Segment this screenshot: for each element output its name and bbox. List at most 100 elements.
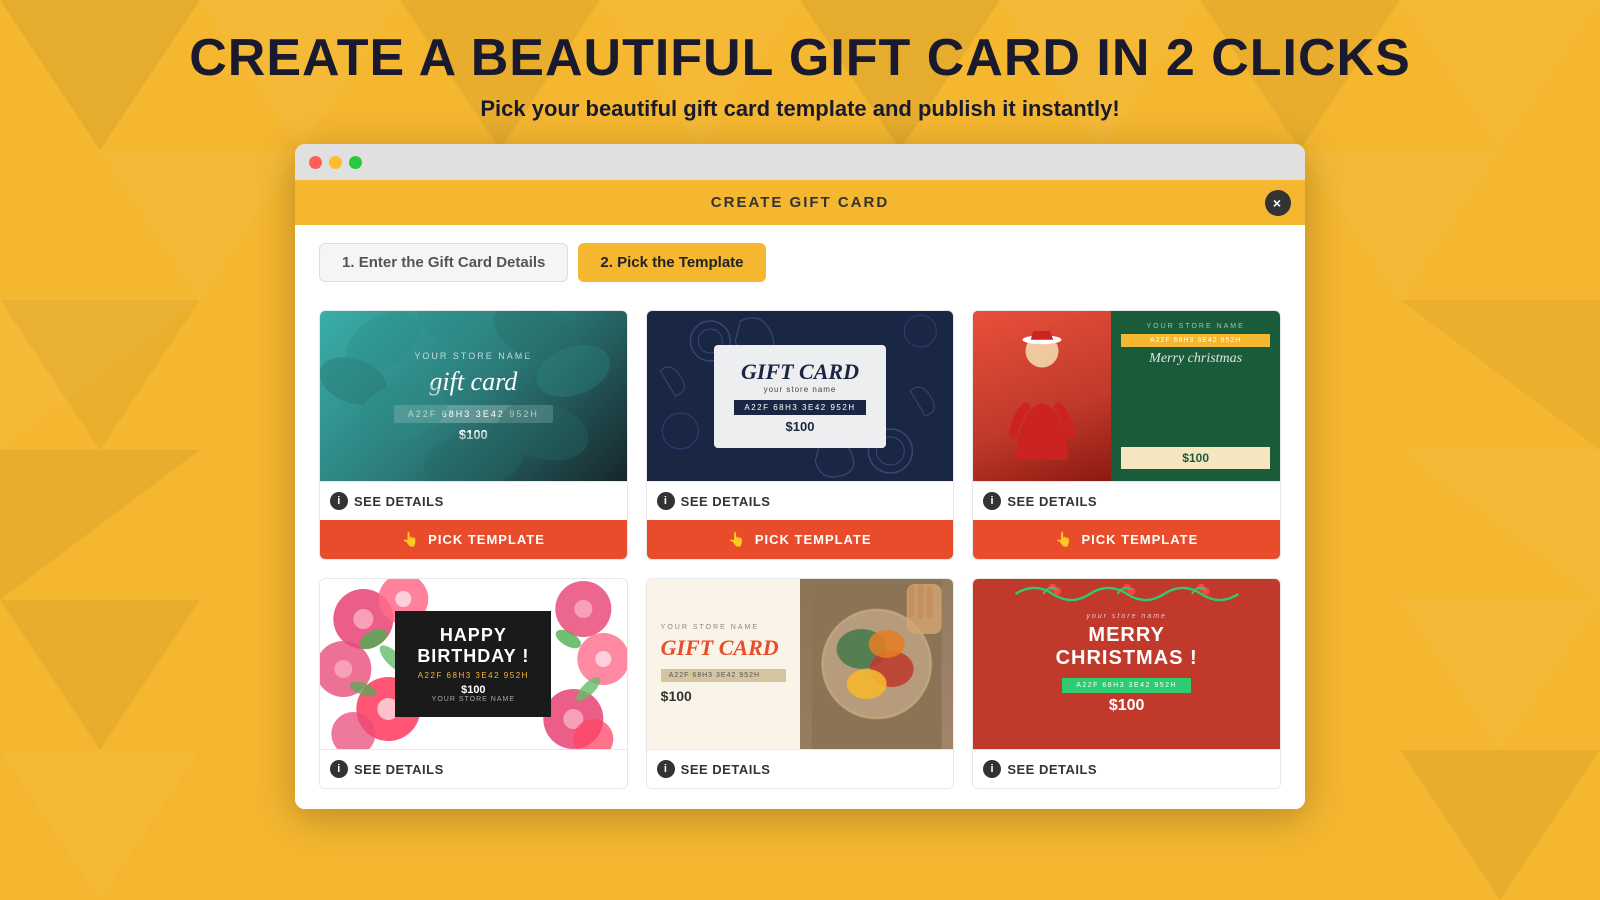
info-icon-4: i xyxy=(330,760,348,778)
tpl5-left: YOUR STORE NAME GIFT CARD A22F 68H3 3E42… xyxy=(647,579,800,749)
browser-titlebar xyxy=(295,144,1305,180)
tpl3-store: YOUR STORE NAME xyxy=(1146,323,1244,330)
tpl6-code: A22F 68H3 3E42 952H xyxy=(1062,678,1191,693)
template-visual-2: GIFT CARD your store name A22F 68H3 3E42… xyxy=(647,311,954,481)
tpl6-leaves-decoration xyxy=(973,579,1280,609)
template-4-actions: i SEE DETAILS xyxy=(320,749,627,788)
template-card-2: GIFT CARD your store name A22F 68H3 3E42… xyxy=(646,310,955,560)
pick-template-button-2[interactable]: 👆 PICK TEMPLATE xyxy=(647,520,954,559)
modal-title: CREATE GIFT CARD xyxy=(711,194,889,211)
tpl2-inner-box: GIFT CARD your store name A22F 68H3 3E42… xyxy=(714,345,885,448)
tpl5-right xyxy=(800,579,953,749)
pick-template-button-1[interactable]: 👆 PICK TEMPLATE xyxy=(320,520,627,559)
tpl3-merry: Merry christmas xyxy=(1149,351,1242,367)
tpl3-amount: $100 xyxy=(1121,447,1270,469)
step-1-button[interactable]: 1. Enter the Gift Card Details xyxy=(319,243,568,282)
template-visual-4: HAPPY BIRTHDAY ! A22F 68H3 3E42 952H $10… xyxy=(320,579,627,749)
see-details-button-1[interactable]: i SEE DETAILS xyxy=(320,481,627,520)
tpl4-code: A22F 68H3 3E42 952H xyxy=(417,671,529,680)
see-details-label-6: SEE DETAILS xyxy=(1007,762,1097,777)
pick-label-1: PICK TEMPLATE xyxy=(428,532,545,547)
tpl5-amount: $100 xyxy=(661,688,786,704)
step-2-label: Pick the Template xyxy=(617,254,743,271)
template-visual-5: YOUR STORE NAME GIFT CARD A22F 68H3 3E42… xyxy=(647,579,954,749)
tpl6-merry: MERRY xyxy=(1088,624,1164,647)
tpl6-christmas: CHRISTMAS ! xyxy=(1056,647,1198,670)
modal-close-button[interactable]: × xyxy=(1265,190,1291,216)
tpl3-text-area: YOUR STORE NAME A22F 68H3 3E42 952H Merr… xyxy=(1111,311,1280,481)
modal-header: CREATE GIFT CARD × xyxy=(295,180,1305,225)
cursor-icon-2: 👆 xyxy=(728,531,746,548)
tpl5-title: GIFT CARD xyxy=(661,635,786,661)
step-1-label: Enter the Gift Card Details xyxy=(359,254,546,271)
pick-label-2: PICK TEMPLATE xyxy=(755,532,872,547)
close-dot[interactable] xyxy=(309,156,322,169)
template-preview-3: YOUR STORE NAME A22F 68H3 3E42 952H Merr… xyxy=(973,311,1280,481)
tpl4-center-box: HAPPY BIRTHDAY ! A22F 68H3 3E42 952H $10… xyxy=(395,611,551,717)
cursor-icon-1: 👆 xyxy=(402,531,420,548)
template-3-actions: i SEE DETAILS 👆 PICK TEMPLATE xyxy=(973,481,1280,559)
tpl4-store: YOUR STORE NAME xyxy=(417,696,529,703)
template-preview-5: YOUR STORE NAME GIFT CARD A22F 68H3 3E42… xyxy=(647,579,954,749)
browser-content: CREATE GIFT CARD × 1. Enter the Gift Car… xyxy=(295,180,1305,809)
tpl5-code: A22F 68H3 3E42 952H xyxy=(661,669,786,682)
templates-grid: YOUR STORE NAME gift card A22F 68H3 3E42… xyxy=(319,310,1281,789)
pick-label-3: PICK TEMPLATE xyxy=(1081,532,1198,547)
tpl2-store: your store name xyxy=(734,385,865,394)
template-preview-4: HAPPY BIRTHDAY ! A22F 68H3 3E42 952H $10… xyxy=(320,579,627,749)
step-2-button[interactable]: 2. Pick the Template xyxy=(578,243,765,282)
template-1-actions: i SEE DETAILS 👆 PICK TEMPLATE xyxy=(320,481,627,559)
tpl4-birthday: BIRTHDAY ! xyxy=(417,646,529,667)
main-title: CREATE A BEAUTIFUL GIFT CARD IN 2 CLICKS xyxy=(189,28,1411,88)
template-visual-6: your store name MERRY CHRISTMAS ! A22F 6… xyxy=(973,579,1280,749)
template-preview-1: YOUR STORE NAME gift card A22F 68H3 3E42… xyxy=(320,311,627,481)
info-icon-3: i xyxy=(983,492,1001,510)
info-icon-5: i xyxy=(657,760,675,778)
see-details-label-3: SEE DETAILS xyxy=(1007,494,1097,509)
see-details-label-2: SEE DETAILS xyxy=(681,494,771,509)
see-details-button-3[interactable]: i SEE DETAILS xyxy=(973,481,1280,520)
steps-bar: 1. Enter the Gift Card Details 2. Pick t… xyxy=(295,225,1305,300)
tpl3-photo-inner xyxy=(973,311,1111,481)
page-wrapper: CREATE A BEAUTIFUL GIFT CARD IN 2 CLICKS… xyxy=(0,0,1600,809)
fullscreen-dot[interactable] xyxy=(349,156,362,169)
tpl6-amount: $100 xyxy=(1109,697,1145,715)
template-2-actions: i SEE DETAILS 👆 PICK TEMPLATE xyxy=(647,481,954,559)
see-details-label-4: SEE DETAILS xyxy=(354,762,444,777)
sub-title: Pick your beautiful gift card template a… xyxy=(480,96,1119,122)
info-icon-6: i xyxy=(983,760,1001,778)
step-2-number: 2. xyxy=(600,254,613,271)
see-details-label-5: SEE DETAILS xyxy=(681,762,771,777)
tpl2-title: GIFT CARD xyxy=(734,359,865,385)
tpl4-amount: $100 xyxy=(417,684,529,696)
templates-area: YOUR STORE NAME gift card A22F 68H3 3E42… xyxy=(295,300,1305,809)
template-preview-2: GIFT CARD your store name A22F 68H3 3E42… xyxy=(647,311,954,481)
template-preview-6: your store name MERRY CHRISTMAS ! A22F 6… xyxy=(973,579,1280,749)
tpl6-store: your store name xyxy=(1086,613,1167,620)
close-icon: × xyxy=(1273,195,1283,211)
browser-window: CREATE GIFT CARD × 1. Enter the Gift Car… xyxy=(295,144,1305,809)
tpl2-code: A22F 68H3 3E42 952H xyxy=(734,400,865,415)
pick-template-button-3[interactable]: 👆 PICK TEMPLATE xyxy=(973,520,1280,559)
template-5-actions: i SEE DETAILS xyxy=(647,749,954,788)
see-details-button-5[interactable]: i SEE DETAILS xyxy=(647,749,954,788)
template-card-6: your store name MERRY CHRISTMAS ! A22F 6… xyxy=(972,578,1281,789)
template-visual-1: YOUR STORE NAME gift card A22F 68H3 3E42… xyxy=(320,311,627,481)
template-card-5: YOUR STORE NAME GIFT CARD A22F 68H3 3E42… xyxy=(646,578,955,789)
see-details-label-1: SEE DETAILS xyxy=(354,494,444,509)
tpl2-amount: $100 xyxy=(734,419,865,434)
see-details-button-2[interactable]: i SEE DETAILS xyxy=(647,481,954,520)
tpl3-photo xyxy=(973,311,1111,481)
info-icon-1: i xyxy=(330,492,348,510)
template-card-4: HAPPY BIRTHDAY ! A22F 68H3 3E42 952H $10… xyxy=(319,578,628,789)
tpl5-store: YOUR STORE NAME xyxy=(661,624,786,631)
step-1-number: 1. xyxy=(342,254,355,271)
template-card-1: YOUR STORE NAME gift card A22F 68H3 3E42… xyxy=(319,310,628,560)
see-details-button-6[interactable]: i SEE DETAILS xyxy=(973,749,1280,788)
tpl4-happy: HAPPY xyxy=(417,625,529,646)
cursor-icon-3: 👆 xyxy=(1055,531,1073,548)
template-6-actions: i SEE DETAILS xyxy=(973,749,1280,788)
see-details-button-4[interactable]: i SEE DETAILS xyxy=(320,749,627,788)
template-card-3: YOUR STORE NAME A22F 68H3 3E42 952H Merr… xyxy=(972,310,1281,560)
minimize-dot[interactable] xyxy=(329,156,342,169)
